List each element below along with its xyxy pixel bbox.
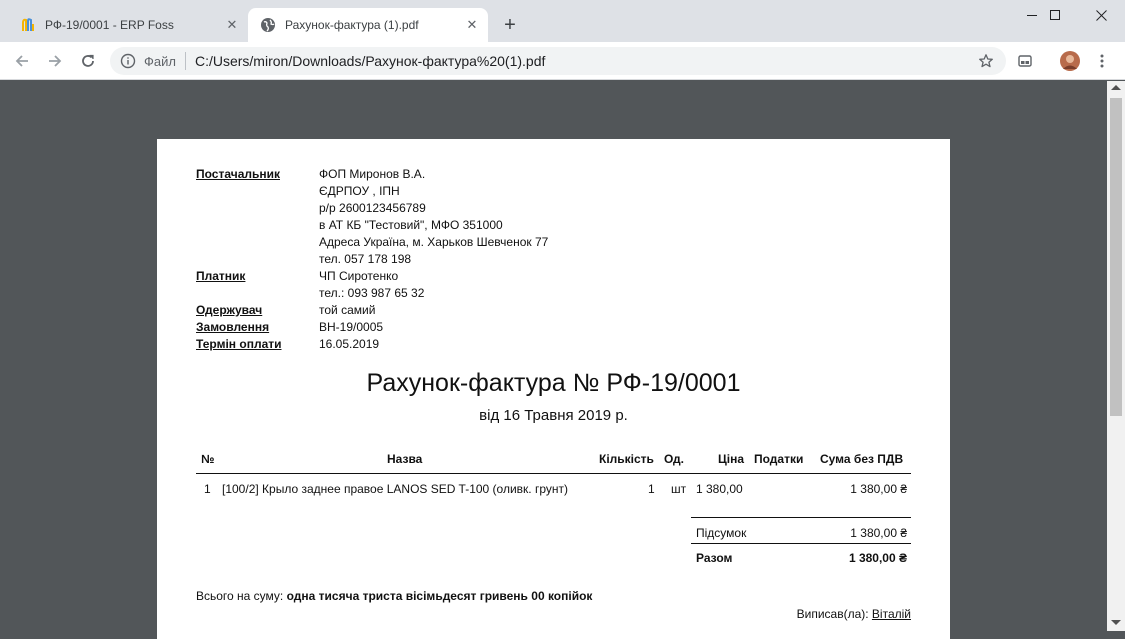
close-tab-icon[interactable]: ✕ bbox=[464, 17, 480, 33]
cell-sum: 1 380,00 ₴ bbox=[850, 482, 907, 496]
col-header-sum: Сума без ПДВ bbox=[820, 452, 904, 466]
close-window-button[interactable] bbox=[1078, 0, 1124, 30]
pdf-page: Постачальник ФОП Миронов В.А. ЄДРПОУ , І… bbox=[157, 139, 950, 639]
tab-erp[interactable]: РФ-19/0001 - ERP Foss ✕ bbox=[8, 8, 248, 42]
cell-unit: шт bbox=[671, 482, 687, 496]
order-value: ВН-19/0005 bbox=[319, 320, 384, 334]
invoice-title: Рахунок-фактура № РФ-19/0001 bbox=[366, 369, 741, 397]
star-icon[interactable] bbox=[974, 49, 998, 73]
supplier-line: тел. 057 178 198 bbox=[319, 252, 412, 266]
subtotal-rule bbox=[691, 517, 911, 518]
invoice-date: від 16 Травня 2019 р. bbox=[479, 407, 628, 424]
total-label: Разом bbox=[696, 551, 733, 565]
signed-by-name: Віталій bbox=[871, 607, 911, 621]
reload-icon[interactable] bbox=[76, 49, 100, 73]
forward-icon[interactable] bbox=[43, 49, 67, 73]
vertical-scrollbar[interactable] bbox=[1107, 81, 1125, 631]
tab-label: РФ-19/0001 - ERP Foss bbox=[45, 18, 174, 32]
supplier-line: р/р 2600123456789 bbox=[319, 201, 426, 215]
subtotal-label: Підсумок bbox=[696, 526, 747, 540]
avatar[interactable] bbox=[1058, 49, 1082, 73]
col-header-unit: Од. bbox=[664, 452, 684, 466]
col-header-taxes: Податки bbox=[754, 452, 804, 466]
supplier-line: в АТ КБ "Тестовий", МФО 351000 bbox=[319, 218, 503, 232]
cell-name: [100/2] Крыло заднее правое LANOS SED T-… bbox=[222, 482, 568, 496]
cell-price: 1 380,00 bbox=[696, 482, 743, 496]
payer-label: Платник bbox=[196, 269, 246, 283]
title-bar: РФ-19/0001 - ERP Foss ✕ Рахунок-фактура … bbox=[0, 0, 1125, 42]
col-header-price: Ціна bbox=[718, 452, 745, 466]
tab-label: Рахунок-фактура (1).pdf bbox=[285, 18, 419, 32]
supplier-line: ФОП Миронов В.А. bbox=[319, 167, 426, 181]
signed-by: Виписав(ла): Віталій bbox=[797, 607, 911, 621]
new-tab-button[interactable]: + bbox=[500, 15, 520, 35]
supplier-label: Постачальник bbox=[196, 167, 280, 181]
subtotal-value: 1 380,00 ₴ bbox=[850, 526, 907, 540]
extension-icon[interactable] bbox=[1013, 49, 1037, 73]
tab-pdf[interactable]: Рахунок-фактура (1).pdf ✕ bbox=[248, 8, 488, 42]
payer-line: тел.: 093 987 65 32 bbox=[319, 286, 425, 300]
sum-in-words-value: одна тисяча триста вісімьдесят гривень 0… bbox=[286, 589, 593, 603]
menu-icon[interactable] bbox=[1090, 49, 1114, 73]
erp-favicon-icon bbox=[20, 17, 36, 33]
col-header-qty: Кількість bbox=[599, 452, 654, 466]
supplier-line: ЄДРПОУ , ІПН bbox=[319, 184, 400, 198]
maximize-button[interactable] bbox=[1032, 0, 1078, 30]
back-icon[interactable] bbox=[10, 49, 34, 73]
total-rule bbox=[691, 543, 911, 544]
address-bar[interactable]: Файл C:/Users/miron/Downloads/Рахунок-фа… bbox=[110, 47, 1006, 75]
supplier-line: Адреса Україна, м. Харьков Шевченок 77 bbox=[319, 235, 549, 249]
sum-in-words-label: Всього на суму: bbox=[196, 589, 284, 603]
scroll-up-icon[interactable] bbox=[1111, 85, 1121, 90]
omnibox-divider bbox=[184, 52, 186, 70]
cell-qty: 1 bbox=[648, 482, 655, 496]
total-value: 1 380,00 ₴ bbox=[848, 551, 907, 565]
signed-by-label: Виписав(ла): bbox=[796, 607, 869, 621]
col-header-name: Назва bbox=[387, 452, 423, 466]
payer-line: ЧП Сиротенко bbox=[319, 269, 399, 283]
scroll-down-icon[interactable] bbox=[1111, 620, 1121, 625]
recipient-label: Одержувач bbox=[196, 303, 263, 317]
due-value: 16.05.2019 bbox=[319, 337, 380, 351]
header-rule bbox=[196, 473, 911, 474]
sum-in-words: Всього на суму: одна тисяча триста вісім… bbox=[196, 589, 592, 603]
order-label: Замовлення bbox=[196, 320, 270, 334]
due-label: Термін оплати bbox=[196, 337, 282, 351]
cell-num: 1 bbox=[204, 482, 211, 496]
browser-toolbar: Файл C:/Users/miron/Downloads/Рахунок-фа… bbox=[0, 42, 1125, 80]
globe-icon bbox=[260, 17, 276, 33]
close-tab-icon[interactable]: ✕ bbox=[224, 17, 240, 33]
recipient-value: той самий bbox=[319, 303, 376, 317]
info-icon[interactable] bbox=[120, 53, 136, 69]
scrollbar-thumb[interactable] bbox=[1110, 98, 1122, 416]
url-text[interactable]: C:/Users/miron/Downloads/Рахунок-фактура… bbox=[195, 53, 974, 69]
col-header-num: № bbox=[201, 452, 215, 466]
scheme-label: Файл bbox=[144, 53, 176, 69]
